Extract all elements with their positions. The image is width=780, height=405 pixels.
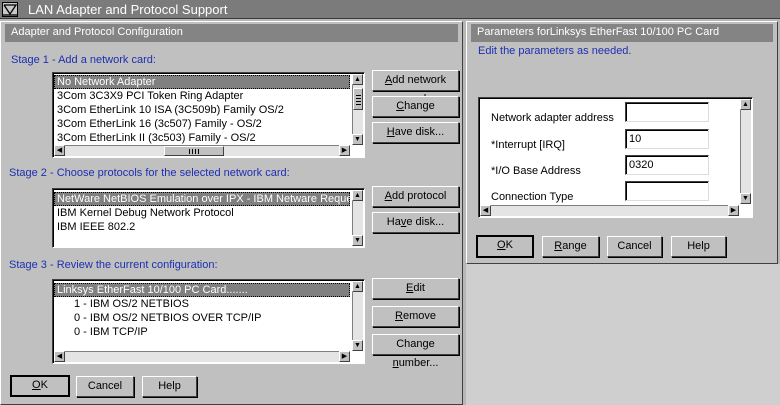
scroll-down-arrow-icon[interactable]: ▼ [352,134,363,145]
configuration-item[interactable]: 0 - IBM TCP/IP [54,325,350,339]
stage2-label: Stage 2 - Choose protocols for the selec… [9,167,290,179]
scroll-thumb[interactable] [353,88,363,110]
scroll-down-arrow-icon[interactable]: ▼ [740,193,751,204]
network-card-item[interactable]: 3Com EtherLink 10 ISA (3C509b) Family OS… [54,103,350,117]
grip-icon [356,94,361,105]
network-card-list-hscroll[interactable]: ◀ ▶ [54,145,350,156]
scroll-up-arrow-icon[interactable]: ▲ [352,281,363,292]
scroll-up-arrow-icon[interactable]: ▲ [352,74,363,85]
cancel-button[interactable]: Cancel [76,376,134,397]
interrupt-irq-field[interactable]: 10 [625,129,709,149]
window-title: LAN Adapter and Protocol Support [28,2,228,17]
network-card-list-vscroll[interactable]: ▲ ▼ [352,74,363,145]
have-disk-button-2[interactable]: Have disk... [372,212,459,233]
change-number-button[interactable]: Change number... [372,334,459,369]
grip-icon [189,149,200,154]
scroll-left-arrow-icon[interactable]: ◀ [54,145,65,156]
params-ok-button[interactable]: OK [476,235,534,258]
network-card-item[interactable]: No Network Adapter [54,75,350,89]
scroll-left-arrow-icon[interactable]: ◀ [480,205,491,216]
parameters-list: Network adapter address *Interrupt [IRQ]… [478,97,753,218]
stage3-label: Stage 3 - Review the current configurati… [9,259,218,271]
system-menu-icon[interactable] [2,2,18,17]
change-button[interactable]: Change [372,96,459,117]
edit-button[interactable]: Edit [372,278,459,299]
scroll-down-arrow-icon[interactable]: ▼ [352,235,363,246]
scroll-right-arrow-icon[interactable]: ▶ [728,205,739,216]
help-button[interactable]: Help [142,376,197,397]
params-help-button[interactable]: Help [671,236,726,257]
range-button[interactable]: Range [542,236,599,257]
instruction-text: Edit the parameters as needed. [478,45,632,57]
parameters-vscroll[interactable]: ▲ ▼ [740,99,751,204]
configuration-item[interactable]: 0 - IBM OS/2 NETBIOS OVER TCP/IP [54,311,350,325]
protocol-list[interactable]: NetWare NetBIOS Emulation over IPX - IBM… [52,188,365,248]
connection-type-field[interactable] [625,181,709,201]
ok-button[interactable]: OK [10,375,70,397]
network-card-item[interactable]: 3Com EtherLink 16 (3c507) Family - OS/2 [54,117,350,131]
parameters-dialog: Parameters forLinksys EtherFast 10/100 P… [466,21,778,264]
desktop-background [466,264,780,405]
param-label: *I/O Base Address [491,165,581,177]
configuration-item[interactable]: 1 - IBM OS/2 NETBIOS [54,297,350,311]
network-card-list[interactable]: No Network Adapter 3Com 3C3X9 PCI Token R… [52,72,365,158]
param-label: Network adapter address [491,112,614,124]
protocol-item[interactable]: IBM Kernel Debug Network Protocol [54,206,350,220]
hscroll-thumb[interactable] [164,146,224,156]
scroll-up-arrow-icon[interactable]: ▲ [352,190,363,201]
protocol-item[interactable]: IBM IEEE 802.2 [54,220,350,234]
protocol-list-vscroll[interactable]: ▲ ▼ [352,190,363,246]
right-dialog-title: Parameters forLinksys EtherFast 10/100 P… [471,24,773,42]
configuration-list-vscroll[interactable]: ▲ ▼ [352,281,363,351]
remove-button[interactable]: Remove [372,306,459,327]
scroll-left-arrow-icon[interactable]: ◀ [54,351,65,362]
network-card-item[interactable]: 3Com 3C3X9 PCI Token Ring Adapter [54,89,350,103]
left-dialog-title: Adapter and Protocol Configuration [5,24,458,42]
scroll-down-arrow-icon[interactable]: ▼ [352,340,363,351]
param-label: Connection Type [491,191,574,203]
io-base-address-field[interactable]: 0320 [625,155,709,175]
parameters-hscroll[interactable]: ◀ ▶ [480,205,739,216]
window-title-bar: LAN Adapter and Protocol Support [0,0,780,19]
configuration-list-hscroll[interactable]: ◀ ▶ [54,351,350,362]
configuration-item[interactable]: Linksys EtherFast 10/100 PC Card....... [54,283,350,297]
add-network-card-button[interactable]: Add network card [372,70,459,105]
param-label: *Interrupt [IRQ] [491,139,565,151]
configuration-list[interactable]: Linksys EtherFast 10/100 PC Card....... 1… [52,279,365,364]
network-adapter-address-field[interactable] [625,102,709,122]
adapter-protocol-dialog: Adapter and Protocol Configuration Stage… [0,21,463,405]
protocol-item[interactable]: NetWare NetBIOS Emulation over IPX - IBM… [54,192,364,206]
scroll-right-arrow-icon[interactable]: ▶ [339,145,350,156]
add-protocol-button[interactable]: Add protocol [372,186,459,207]
scroll-right-arrow-icon[interactable]: ▶ [339,351,350,362]
params-cancel-button[interactable]: Cancel [607,236,662,257]
have-disk-button-1[interactable]: Have disk... [372,122,459,143]
scroll-up-arrow-icon[interactable]: ▲ [740,99,751,110]
stage1-label: Stage 1 - Add a network card: [11,54,156,66]
network-card-item[interactable]: 3Com EtherLink II (3c503) Family - OS/2 [54,131,350,145]
